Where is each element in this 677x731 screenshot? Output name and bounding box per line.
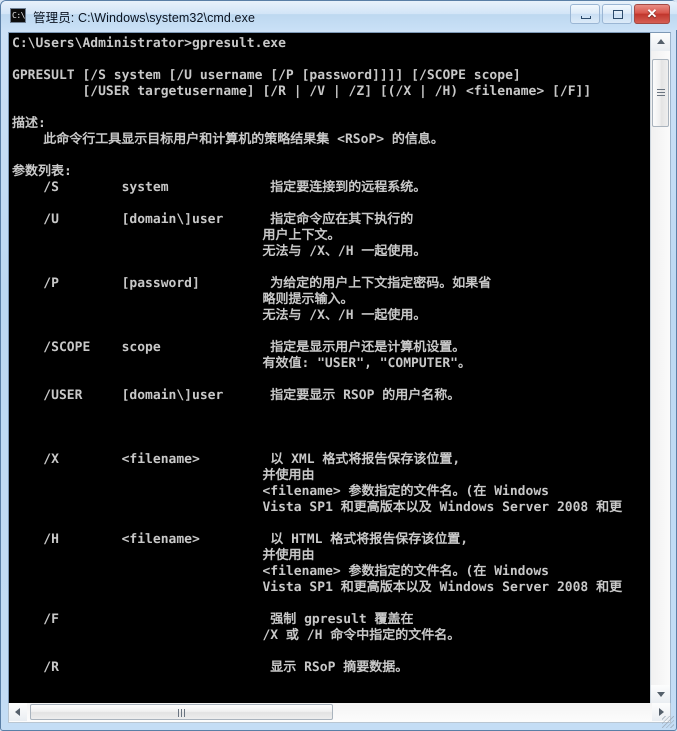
window-title: 管理员: C:\Windows\system32\cmd.exe	[33, 11, 256, 25]
horizontal-scrollbar[interactable]	[8, 703, 671, 723]
title-bar[interactable]: C:\ 管理员: C:\Windows\system32\cmd.exe ✕	[1, 1, 677, 30]
triangle-up-icon	[656, 39, 665, 44]
maximize-icon	[613, 10, 623, 19]
terminal-output-pane[interactable]: C:\Users\Administrator>gpresult.exe GPRE…	[9, 33, 650, 683]
scroll-left-button[interactable]	[9, 703, 27, 721]
minimize-icon	[581, 16, 591, 19]
maximize-button[interactable]	[602, 4, 632, 24]
triangle-left-icon	[15, 708, 20, 716]
scroll-thumb-grip-icon	[177, 709, 186, 717]
close-button[interactable]: ✕	[634, 4, 670, 24]
console-client-area: C:\Users\Administrator>gpresult.exe GPRE…	[8, 32, 671, 704]
scroll-up-button[interactable]	[651, 33, 670, 51]
scroll-down-button[interactable]	[651, 685, 670, 703]
cmd-console-icon: C:\	[10, 8, 26, 23]
minimize-button[interactable]	[570, 4, 600, 24]
console-window: C:\ 管理员: C:\Windows\system32\cmd.exe ✕ C…	[0, 0, 677, 731]
scroll-thumb-grip-icon	[657, 89, 665, 96]
cmd-icon-text: C:\	[12, 11, 25, 20]
vertical-scrollbar[interactable]	[650, 33, 670, 703]
triangle-right-icon	[659, 708, 664, 716]
resize-grip[interactable]	[662, 716, 674, 728]
terminal-text: C:\Users\Administrator>gpresult.exe GPRE…	[12, 36, 623, 675]
close-icon: ✕	[646, 6, 658, 21]
vertical-scroll-thumb[interactable]	[652, 59, 669, 127]
horizontal-scroll-thumb[interactable]	[30, 704, 333, 720]
triangle-down-icon	[656, 692, 665, 697]
